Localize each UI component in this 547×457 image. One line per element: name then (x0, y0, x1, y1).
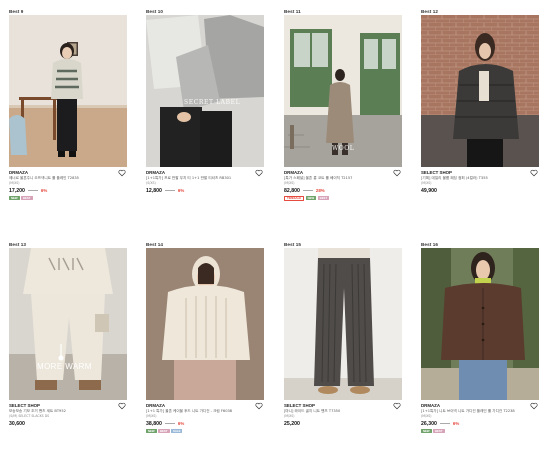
product-sizes: (M/XS) (284, 181, 295, 185)
badge-list: NEW BEST SALE (146, 428, 264, 434)
original-price-strike (302, 190, 313, 191)
product-photo[interactable]: WOOL (284, 15, 402, 167)
discount-rate: 6% (177, 188, 185, 193)
original-price-strike (27, 190, 38, 191)
heart-icon[interactable] (393, 169, 401, 177)
product-sizes: (M/XS) (284, 414, 295, 418)
discount-rate: 6% (452, 421, 460, 426)
discount-rate: 28% (315, 188, 325, 193)
product-photo[interactable] (284, 248, 402, 400)
price-row: 12,800 6% (146, 187, 264, 195)
badge-list: TIMESALE NEW BEST (284, 195, 402, 201)
product-photo[interactable] (421, 248, 539, 400)
discount-rate: 6% (177, 421, 185, 426)
price: 82,800 (284, 187, 300, 194)
badge-best: BEST (21, 195, 33, 200)
product-card[interactable]: Best 16 DRMAZA [1+1특가] 니트 브이넥 니트 가디건 플레인… (421, 241, 539, 434)
product-card[interactable]: Best 12 SELECT SHOP [기획] 데일리 볼륨 패딩 점퍼 (4… (421, 8, 539, 195)
product-card[interactable]: Best 15 SELECT SHOP [마니] 와이드 골지 니트 팬츠 T7… (284, 241, 402, 428)
badge-new: NEW (305, 195, 317, 200)
best-rank: Best 14 (146, 242, 164, 247)
product-photo[interactable]: SECRET LABEL (146, 15, 264, 167)
product-sizes: (M/XS) (421, 181, 432, 185)
product-sizes: (S/XS) (146, 181, 156, 185)
product-card[interactable]: Best 10 SECRET LABEL DRMAZA [1+1특가] 프로 반… (146, 8, 264, 195)
original-price-strike (164, 190, 175, 191)
price: 30,600 (9, 420, 25, 427)
badge-new: NEW (9, 195, 20, 200)
price: 12,800 (146, 187, 162, 194)
heart-icon[interactable] (118, 169, 126, 177)
price-row: 17,200 6% (9, 187, 127, 195)
price: 17,200 (9, 187, 25, 194)
heart-icon[interactable] (530, 402, 538, 410)
badge-best: BEST (317, 195, 330, 200)
product-sizes: (M/XS) (421, 414, 432, 418)
photo-overlay-text: SECRET LABEL (184, 99, 241, 106)
badge-new: NEW (421, 428, 432, 433)
heart-icon[interactable] (530, 169, 538, 177)
price-row: 30,600 (9, 420, 127, 428)
badge-new: NEW (146, 428, 157, 433)
product-card[interactable]: Best 9 DRMAZA 에너르 울혼주니 오프넥니트 롤 플레인 T2835… (9, 8, 127, 201)
price: 26,300 (421, 420, 437, 427)
product-sizes: (S/M) SELECT SLACKS DS (9, 414, 50, 418)
best-rank: Best 15 (284, 242, 302, 247)
price: 49,900 (421, 187, 437, 194)
heart-icon[interactable] (255, 169, 263, 177)
price-row: 25,200 (284, 420, 402, 428)
badge-best: BEST (433, 428, 445, 433)
badge-timesale: TIMESALE (284, 195, 305, 201)
best-rank: Best 11 (284, 9, 301, 14)
badge-list: NEW BEST (421, 428, 539, 434)
price: 25,200 (284, 420, 300, 427)
price-row: 26,300 6% (421, 420, 539, 428)
best-rank: Best 12 (421, 9, 439, 14)
best-rank: Best 16 (421, 242, 439, 247)
badge-list: NEW BEST (9, 195, 127, 201)
product-photo[interactable] (146, 248, 264, 400)
product-card[interactable]: Best 13 MORE WARM SELECT SHOP 보송보송 기모 조거… (9, 241, 127, 428)
heart-icon[interactable] (255, 402, 263, 410)
heart-icon[interactable] (393, 402, 401, 410)
price: 38,800 (146, 420, 162, 427)
product-sizes: (M/XS) (9, 181, 20, 185)
price-row: 49,900 (421, 187, 539, 195)
product-grid: Best 9 DRMAZA 에너르 울혼주니 오프넥니트 롤 플레인 T2835… (0, 0, 547, 457)
original-price-strike (439, 423, 450, 424)
heart-icon[interactable] (118, 402, 126, 410)
product-sizes: (M/XS) (146, 414, 157, 418)
product-card[interactable]: Best 14 DRMAZA [1+1 특가] 울혼 케이블 후드 니트 가디건… (146, 241, 264, 434)
product-photo[interactable] (421, 15, 539, 167)
price-row: 38,800 6% (146, 420, 264, 428)
product-photo[interactable]: MORE WARM (9, 248, 127, 400)
photo-overlay-text: WOOL (332, 145, 355, 152)
best-rank: Best 13 (9, 242, 27, 247)
best-rank: Best 10 (146, 9, 164, 14)
best-rank: Best 9 (9, 9, 24, 14)
product-card[interactable]: Best 11 WOOL DRMAZA [특가 스페셜] 울혼 롱 코트 롤 베… (284, 8, 402, 201)
photo-overlay-text: MORE WARM (37, 362, 92, 371)
price-row: 82,800 28% (284, 187, 402, 195)
original-price-strike (164, 423, 175, 424)
discount-rate: 6% (40, 188, 48, 193)
product-photo[interactable] (9, 15, 127, 167)
badge-sale: SALE (171, 428, 183, 433)
badge-best: BEST (158, 428, 170, 433)
